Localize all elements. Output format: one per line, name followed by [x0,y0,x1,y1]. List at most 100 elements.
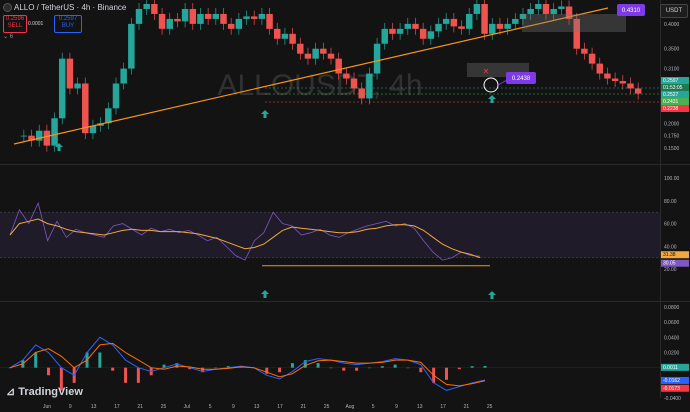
buy-button[interactable]: 0.2597 BUY [54,15,82,33]
time-axis-label: 21 [301,404,307,410]
candle-body [266,13,273,29]
time-axis-label: 13 [417,404,423,410]
macd-tick-label: 0.0400 [664,335,680,341]
chart-canvas[interactable]: ALLOUSDT, 4h0.40000.35000.31000.27000.23… [0,0,690,412]
rsi-tick-label: 80.00 [664,199,677,205]
macd-value: -0.0173 [663,386,680,392]
macd-histogram-bar [444,367,448,380]
time-axis-label: 5 [209,404,212,410]
price-tick-label: 0.3500 [664,47,680,53]
macd-histogram-bar [406,367,410,369]
up-arrow-icon [488,291,496,299]
macd-histogram-bar [278,367,282,373]
time-axis-label: 17 [114,404,120,410]
price-tick-label: 0.1750 [664,134,680,140]
macd-histogram-bar [124,367,128,383]
candle-body [20,135,28,137]
sell-price: 0.2596 [5,16,25,22]
rsi-tick-label: 100.00 [664,176,680,182]
time-axis-label: 21 [464,404,470,410]
rsi-tick-label: 40.00 [664,244,677,250]
candle-body [611,78,619,82]
rsi-value: 31.38 [663,252,676,258]
macd-histogram-bar [111,367,115,371]
candle-body [450,18,458,27]
candle-body [527,8,534,14]
macd-histogram-bar [367,367,371,369]
candle-body [189,8,197,24]
candle-body [373,43,381,74]
candle-body [350,78,358,89]
symbol-title: ALLO / TetherUS · 4h · Binance [14,3,127,12]
callout-target: 0.2438 [512,76,531,82]
candle-body [512,18,519,24]
candle-body [174,18,181,22]
time-axis-label: 25 [161,404,167,410]
candle-body [481,4,488,34]
time-axis-label: Aug [345,404,354,410]
candle-body [419,28,427,39]
candle-body [335,58,342,74]
candle-body [596,63,604,74]
candle-body [550,8,557,14]
signal-line [9,342,486,387]
candle-body [489,23,496,34]
macd-histogram-bar [483,365,487,368]
candle-body [504,23,511,29]
time-axis-label: 9 [232,404,235,410]
indicator-toggle[interactable]: ⌄ 6 [3,33,13,40]
up-arrow-icon [261,290,269,298]
rsi-tick-label: 60.00 [664,222,677,228]
candle-body [358,88,365,99]
sell-label: SELL [7,23,23,29]
brand-name: TradingView [18,386,83,398]
macd-histogram-bar [470,366,474,368]
candle-body [458,26,465,29]
macd-histogram-bar [393,364,397,368]
candle-body [535,4,542,9]
macd-histogram-bar [316,363,320,368]
macd-tick-label: -0.0400 [664,396,681,402]
time-axis-label: Jun [43,404,51,410]
price-label: 0.2597 [663,78,679,84]
rsi-ma-value: 30.05 [663,261,676,267]
price-tick-label: 0.2000 [664,121,680,127]
candle-body [465,13,473,29]
buy-label: BUY [61,23,75,29]
sell-button[interactable]: 0.2596 SELL [3,15,27,33]
candle-body [320,48,327,54]
candle-body [220,13,227,24]
price-tick-label: 0.3100 [664,67,680,73]
time-axis-label: 17 [277,404,283,410]
symbol-icon [3,3,12,13]
candle-body [389,28,396,34]
candle-body [396,28,404,34]
candle-body [404,23,412,29]
time-axis-label: 9 [395,404,398,410]
candle-body [235,18,243,29]
buy-price: 0.2597 [58,16,78,22]
macd-histogram-bar [419,367,423,373]
macd-value: -0.0162 [663,378,680,384]
symbol-header: ALLO / TetherUS · 4h · Binance [3,3,127,13]
candle-body [588,53,596,64]
candle-body [343,73,350,79]
time-axis-label: 25 [487,404,493,410]
callout-high: 0.4310 [622,8,641,14]
candle-body [435,23,442,32]
candle-body [204,13,212,19]
currency-button[interactable]: USDT [660,4,688,18]
time-axis-label: Jul [184,404,190,410]
candle-body [581,48,588,54]
candle-body [66,58,74,89]
price-label: 0.2527 [663,92,679,98]
candle-body [496,23,504,29]
candle-body [366,73,373,99]
price-label: 0.2431 [663,99,679,105]
macd-histogram-bar [213,367,217,369]
macd-histogram-bar [329,367,333,369]
candle-body [143,4,150,9]
candle-body [51,118,58,146]
candle-body [212,13,220,19]
candle-body [558,6,565,9]
